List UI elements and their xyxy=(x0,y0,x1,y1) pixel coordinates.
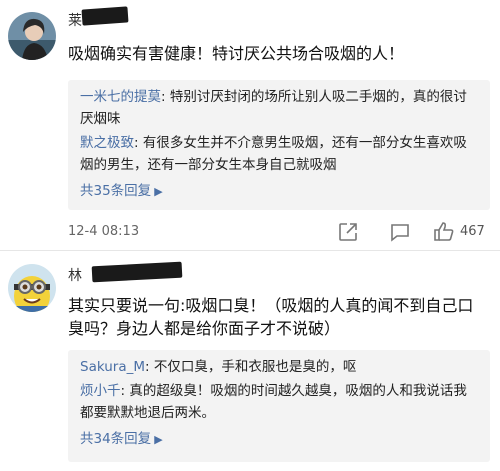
redaction-scribble xyxy=(81,6,129,26)
more-replies-link[interactable]: 共34条回复 ▶ xyxy=(80,428,163,451)
reply-item: Sakura_M: 不仅口臭，手和衣服也是臭的，呕 xyxy=(80,356,478,378)
reply-text: 真的超级臭！吸烟的时间越久越臭，吸烟的人和我说话我都要默默地退后两米。 xyxy=(80,383,467,421)
comment-footer: 12-4 08:13 467 xyxy=(68,218,490,248)
reply-item: 一米七的提莫: 特别讨厌封闭的场所让别人吸二手烟的，真的很讨厌烟味 xyxy=(80,86,478,130)
more-replies-link[interactable]: 共35条回复 ▶ xyxy=(80,180,163,203)
comment-text: 吸烟确实有害健康！特讨厌公共场合吸烟的人！ xyxy=(68,44,405,63)
divider xyxy=(0,250,500,251)
more-replies-label: 共34条回复 xyxy=(80,431,152,447)
comment-text: 其实只要说一句:吸烟口臭！（吸烟的人真的闻不到自己口臭吗？身边人都是给你面子才不… xyxy=(68,296,474,338)
reply-box: 一米七的提莫: 特别讨厌封闭的场所让别人吸二手烟的，真的很讨厌烟味 默之极致: … xyxy=(68,80,490,210)
reply-item: 烦小千: 真的超级臭！吸烟的时间越久越臭，吸烟的人和我说话我都要默默地退后两米。 xyxy=(80,380,478,424)
reply-item: 默之极致: 有很多女生并不介意男生吸烟，还有一部分女生喜欢吸烟的男生，还有一部分… xyxy=(80,132,478,176)
thumbs-up-icon[interactable] xyxy=(432,220,456,244)
reply-username[interactable]: 烦小千 xyxy=(80,383,121,399)
reply-box: Sakura_M: 不仅口臭，手和衣服也是臭的，呕 烦小千: 真的超级臭！吸烟的… xyxy=(68,350,490,462)
avatar[interactable] xyxy=(8,264,56,312)
chevron-right-icon: ▶ xyxy=(154,433,163,446)
avatar[interactable] xyxy=(8,12,56,60)
share-icon[interactable] xyxy=(336,220,360,244)
comment-item: 林 其实只要说一句:吸烟口臭！（吸烟的人真的闻不到自己口臭吗？身边人都是给你面子… xyxy=(0,252,500,471)
username[interactable]: 林 xyxy=(68,265,82,285)
timestamp: 12-4 08:13 xyxy=(68,224,140,239)
reply-username[interactable]: Sakura_M xyxy=(80,359,145,375)
comment-item: 莱 吸烟确实有害健康！特讨厌公共场合吸烟的人！ 一米七的提莫: 特别讨厌封闭的场… xyxy=(0,0,500,252)
redaction-scribble xyxy=(91,261,183,283)
comment-icon[interactable] xyxy=(388,220,412,244)
reply-username[interactable]: 一米七的提莫 xyxy=(80,89,161,105)
reply-colon: : xyxy=(145,359,154,375)
reply-username[interactable]: 默之极致 xyxy=(80,135,134,151)
reply-colon: : xyxy=(161,89,170,105)
chevron-right-icon: ▶ xyxy=(154,185,163,198)
username[interactable]: 莱 xyxy=(68,10,82,30)
more-replies-label: 共35条回复 xyxy=(80,183,152,199)
reply-colon: : xyxy=(134,135,143,151)
reply-text: 不仅口臭，手和衣服也是臭的，呕 xyxy=(153,359,357,375)
like-count: 467 xyxy=(460,224,485,239)
